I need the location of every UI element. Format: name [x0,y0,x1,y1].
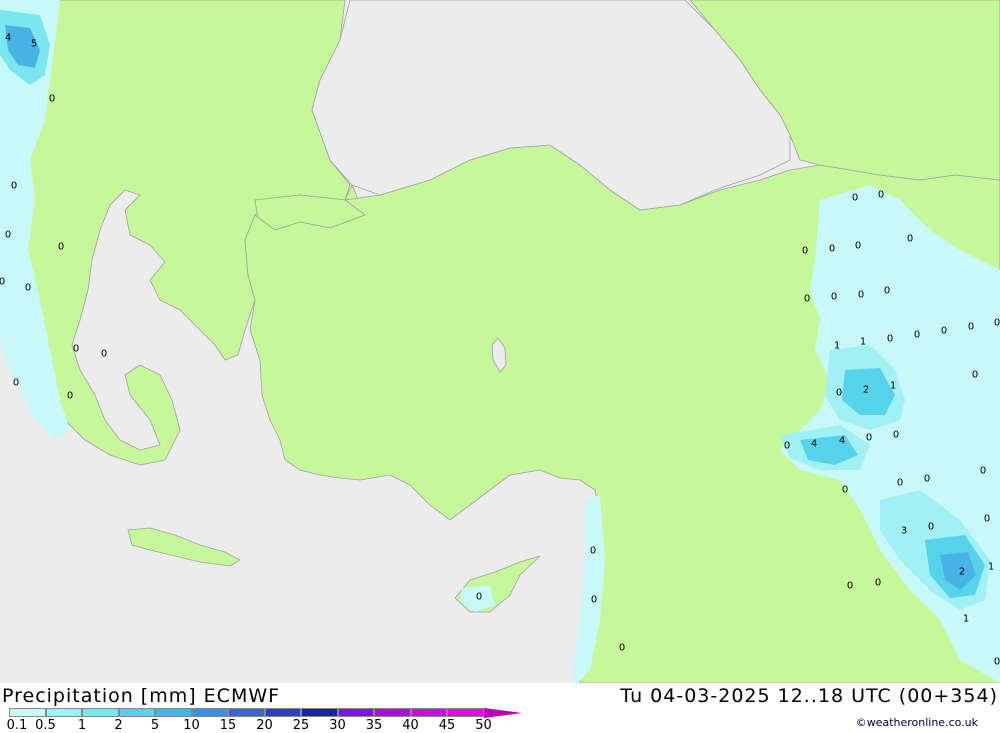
value-label: 3 [901,526,907,537]
legend-tick-label: 0.5 [35,718,56,733]
value-label: 0 [5,230,11,241]
value-label: 1 [963,614,969,625]
value-label: 0 [802,246,808,257]
legend-swatch [374,708,411,717]
map-title: Precipitation [mm] ECMWF [2,685,281,707]
value-label: 2 [863,385,869,396]
value-label: 2 [959,567,965,578]
value-label: 0 [25,283,31,294]
value-label: 0 [897,478,903,489]
value-label: 1 [860,337,866,348]
value-label: 5 [31,39,37,50]
value-label: 0 [11,181,17,192]
value-label: 0 [928,522,934,533]
legend-swatch [447,708,484,717]
value-label: 0 [619,643,625,654]
legend-tick-label: 45 [438,718,456,733]
value-label: 0 [994,318,1000,329]
value-label: 0 [878,190,884,201]
value-label: 0 [884,286,890,297]
legend-swatch [191,708,228,717]
map-footer: Precipitation [mm] ECMWF Tu 04-03-2025 1… [0,683,1000,733]
legend-swatch [118,708,155,717]
legend-tick-label: 2 [114,718,123,733]
value-label: 0 [829,244,835,255]
value-label: 0 [590,546,596,557]
value-label: 0 [476,592,482,603]
value-label: 0 [858,290,864,301]
value-label: 0 [804,294,810,305]
legend-swatch [9,708,46,717]
value-label: 1 [890,381,896,392]
value-label: 0 [836,388,842,399]
value-label: 4 [5,33,11,44]
value-label: 0 [893,430,899,441]
value-label: 0 [875,578,881,589]
value-label: 0 [784,441,790,452]
value-label: 0 [980,466,986,477]
legend-tick-label: 5 [150,718,160,733]
value-label: 0 [968,322,974,333]
legend-swatch [45,708,82,717]
value-label: 0 [994,657,1000,668]
value-label: 0 [58,242,64,253]
legend-tick-label: 1 [77,718,87,733]
value-label: 0 [914,330,920,341]
map-canvas: 4 5 0 0 0 0 0 0 0 0 0 0 0 0 0 0 0 0 0 0 … [0,0,1000,684]
value-label: 1 [988,562,994,573]
legend-tick-label: 50 [475,718,492,733]
legend-swatch [155,708,192,717]
precipitation-map: 4 5 0 0 0 0 0 0 0 0 0 0 0 0 0 0 0 0 0 0 … [0,0,1000,684]
value-label: 0 [101,349,107,360]
forecast-datetime: Tu 04-03-2025 12..18 UTC (00+354) [620,685,998,707]
value-label: 4 [839,436,845,447]
value-label: 0 [13,378,19,389]
legend-tick-label: 10 [183,718,200,733]
value-label: 0 [847,581,853,592]
legend-tick-label: 30 [329,718,346,733]
value-label: 0 [842,485,848,496]
value-label: 0 [855,241,861,252]
legend-tick-label: 0.1 [6,718,28,733]
value-label: 0 [866,433,872,444]
legend-swatch [228,708,265,717]
legend-swatch [337,708,374,717]
legend-tick-label: 40 [402,718,419,733]
value-label: 0 [907,234,913,245]
value-label: 0 [49,94,55,105]
legend-tick-label: 15 [219,718,237,733]
value-label: 0 [67,391,73,402]
legend-tick-label: 35 [365,718,383,733]
value-label: 0 [941,326,947,337]
value-label: 0 [852,193,858,204]
value-label: 0 [924,474,930,485]
value-label: 0 [972,370,978,381]
value-label: 1 [834,341,840,352]
copyright-text: ©weatheronline.co.uk [855,716,978,729]
legend-tick-label: 25 [292,718,310,733]
legend-swatch [82,708,119,717]
value-label: 0 [0,277,5,288]
value-label: 0 [887,334,893,345]
value-label: 0 [984,514,990,525]
legend-tick-label: 20 [256,718,273,733]
value-label: 0 [591,595,597,606]
legend-swatch [301,708,338,717]
value-label: 0 [73,344,79,355]
value-label: 0 [831,292,837,303]
value-label: 4 [811,439,817,450]
legend-swatch [264,708,301,717]
legend-swatch [410,708,447,717]
